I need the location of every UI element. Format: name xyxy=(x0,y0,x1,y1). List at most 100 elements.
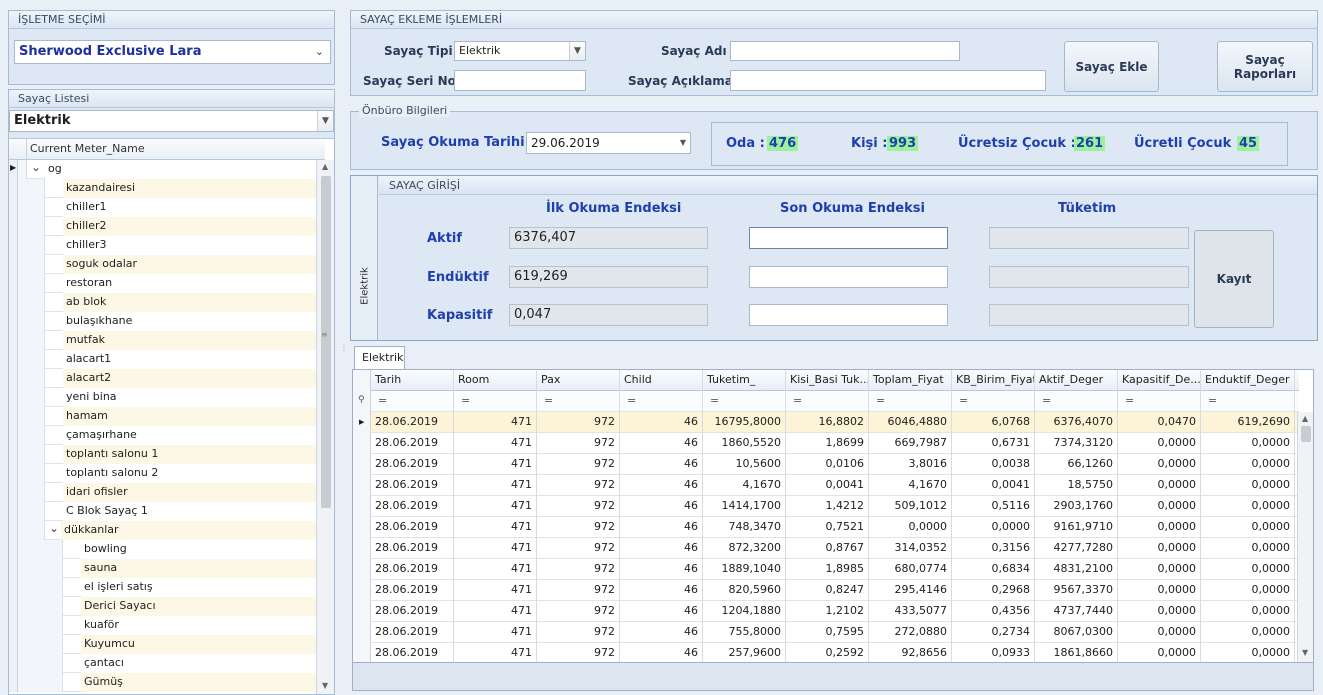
table-row[interactable]: 28.06.2019 471 972 46 1414,1700 1,4212 509,101… xyxy=(353,496,1299,517)
kapasitif-last-reading-input[interactable] xyxy=(749,304,948,326)
table-cell[interactable]: 0,0470 xyxy=(1118,412,1201,433)
table-cell[interactable]: 0,0038 xyxy=(952,454,1035,475)
table-cell[interactable]: 6376,4070 xyxy=(1035,412,1118,433)
filter-cell[interactable]: = xyxy=(1118,391,1201,412)
meter-type-select[interactable]: Elektrik ▼ xyxy=(9,110,334,132)
table-cell[interactable]: 28.06.2019 xyxy=(371,475,454,496)
tree-row[interactable]: yeni bina xyxy=(9,388,325,407)
grid-scrollbar[interactable]: ▲ ▼ xyxy=(1297,412,1313,662)
table-cell[interactable]: 1,4212 xyxy=(786,496,869,517)
table-cell[interactable]: 471 xyxy=(454,412,537,433)
row-selector[interactable] xyxy=(9,426,18,445)
table-cell[interactable]: 92,8656 xyxy=(869,643,952,662)
row-selector[interactable] xyxy=(9,464,18,483)
dropdown-arrow-icon[interactable]: ▼ xyxy=(569,42,585,60)
table-cell[interactable]: 4831,2100 xyxy=(1035,559,1118,580)
table-cell[interactable]: 16,8802 xyxy=(786,412,869,433)
tree-row[interactable]: el işleri satış xyxy=(9,578,325,597)
tree-column-header[interactable]: Current Meter_Name xyxy=(30,142,145,155)
tree-row[interactable]: restoran xyxy=(9,274,325,293)
filter-cell[interactable]: = xyxy=(454,391,537,412)
table-row[interactable]: 28.06.2019 471 972 46 1204,1880 1,2102 433,507… xyxy=(353,601,1299,622)
tree-row[interactable]: bowling xyxy=(9,540,325,559)
table-cell[interactable]: 28.06.2019 xyxy=(371,559,454,580)
grid-scroll-thumb[interactable] xyxy=(1301,426,1311,442)
row-indicator[interactable] xyxy=(353,517,371,538)
tree-row[interactable]: alacart2 xyxy=(9,369,325,388)
table-cell[interactable]: 0,0106 xyxy=(786,454,869,475)
table-row[interactable]: 28.06.2019 471 972 46 748,3470 0,7521 0,0000 0,… xyxy=(353,517,1299,538)
tree-row[interactable]: ⌄ dükkanlar xyxy=(9,521,325,540)
table-cell[interactable]: 0,0000 xyxy=(1201,622,1295,643)
table-cell[interactable]: 0,2592 xyxy=(786,643,869,662)
table-cell[interactable]: 7374,3120 xyxy=(1035,433,1118,454)
tree-row[interactable]: toplantı salonu 2 xyxy=(9,464,325,483)
table-cell[interactable]: 471 xyxy=(454,559,537,580)
filter-cell[interactable]: = xyxy=(620,391,703,412)
filter-cell[interactable]: = xyxy=(869,391,952,412)
table-cell[interactable]: 46 xyxy=(620,580,703,601)
table-cell[interactable]: 10,5600 xyxy=(703,454,786,475)
table-cell[interactable]: 0,0041 xyxy=(952,475,1035,496)
grid-tab-electric[interactable]: Elektrik xyxy=(354,346,405,369)
tree-row[interactable]: idari ofisler xyxy=(9,483,325,502)
table-cell[interactable]: 4,1670 xyxy=(703,475,786,496)
table-row[interactable]: ▶ 28.06.2019 471 972 46 16795,8000 16,8802 6046… xyxy=(353,412,1299,433)
row-selector[interactable] xyxy=(9,483,18,502)
tree-row[interactable]: mutfak xyxy=(9,331,325,350)
row-selector[interactable] xyxy=(9,312,18,331)
tree-scroll-thumb[interactable] xyxy=(321,176,331,508)
row-selector[interactable] xyxy=(9,331,18,350)
table-cell[interactable]: 28.06.2019 xyxy=(371,601,454,622)
filter-cell[interactable]: = xyxy=(952,391,1035,412)
reading-date-picker[interactable]: 29.06.2019 ▼ xyxy=(526,132,691,154)
table-cell[interactable]: 0,0000 xyxy=(1201,433,1295,454)
table-cell[interactable]: 46 xyxy=(620,496,703,517)
filter-cell[interactable]: = xyxy=(1201,391,1295,412)
table-row[interactable]: 28.06.2019 471 972 46 257,9600 0,2592 92,8656 0… xyxy=(353,643,1299,662)
filter-cell[interactable]: = xyxy=(537,391,620,412)
row-selector[interactable] xyxy=(9,217,18,236)
table-cell[interactable]: 4,1670 xyxy=(869,475,952,496)
table-cell[interactable]: 0,0000 xyxy=(1201,538,1295,559)
table-cell[interactable]: 471 xyxy=(454,433,537,454)
table-cell[interactable]: 755,8000 xyxy=(703,622,786,643)
table-cell[interactable]: 4277,7280 xyxy=(1035,538,1118,559)
table-row[interactable]: 28.06.2019 471 972 46 872,3200 0,8767 314,0352… xyxy=(353,538,1299,559)
table-cell[interactable]: 972 xyxy=(537,580,620,601)
row-selector[interactable] xyxy=(9,616,18,635)
row-selector[interactable] xyxy=(9,540,18,559)
table-cell[interactable]: 0,6731 xyxy=(952,433,1035,454)
table-cell[interactable]: 8067,0300 xyxy=(1035,622,1118,643)
table-cell[interactable]: 1,8985 xyxy=(786,559,869,580)
table-cell[interactable]: 18,5750 xyxy=(1035,475,1118,496)
column-header[interactable]: Aktif_Deger xyxy=(1035,370,1118,391)
table-cell[interactable]: 0,2968 xyxy=(952,580,1035,601)
collapse-chevron-icon[interactable]: ⌄ xyxy=(49,521,59,535)
tree-row[interactable]: ab blok xyxy=(9,293,325,312)
tree-row[interactable]: çantacı xyxy=(9,654,325,673)
table-cell[interactable]: 972 xyxy=(537,433,620,454)
filter-cell[interactable]: = xyxy=(371,391,454,412)
row-indicator[interactable] xyxy=(353,580,371,601)
table-cell[interactable]: 471 xyxy=(454,454,537,475)
table-cell[interactable]: 4737,7440 xyxy=(1035,601,1118,622)
tree-row[interactable]: çamaşırhane xyxy=(9,426,325,445)
row-indicator[interactable] xyxy=(353,538,371,559)
table-row[interactable]: 28.06.2019 471 972 46 1889,1040 1,8985 680,077… xyxy=(353,559,1299,580)
table-cell[interactable]: 0,4356 xyxy=(952,601,1035,622)
column-header[interactable]: Kapasitif_De... xyxy=(1118,370,1201,391)
table-row[interactable]: 28.06.2019 471 972 46 1860,5520 1,8699 669,798… xyxy=(353,433,1299,454)
table-cell[interactable]: 0,5116 xyxy=(952,496,1035,517)
table-cell[interactable]: 1204,1880 xyxy=(703,601,786,622)
filter-cell[interactable]: = xyxy=(1035,391,1118,412)
filter-cell[interactable]: = xyxy=(786,391,869,412)
table-cell[interactable]: 0,0000 xyxy=(1118,454,1201,475)
row-indicator[interactable] xyxy=(353,601,371,622)
table-cell[interactable]: 972 xyxy=(537,601,620,622)
table-cell[interactable]: 2903,1760 xyxy=(1035,496,1118,517)
table-cell[interactable]: 272,0880 xyxy=(869,622,952,643)
table-cell[interactable]: 972 xyxy=(537,475,620,496)
tree-row[interactable]: alacart1 xyxy=(9,350,325,369)
table-cell[interactable]: 6046,4880 xyxy=(869,412,952,433)
